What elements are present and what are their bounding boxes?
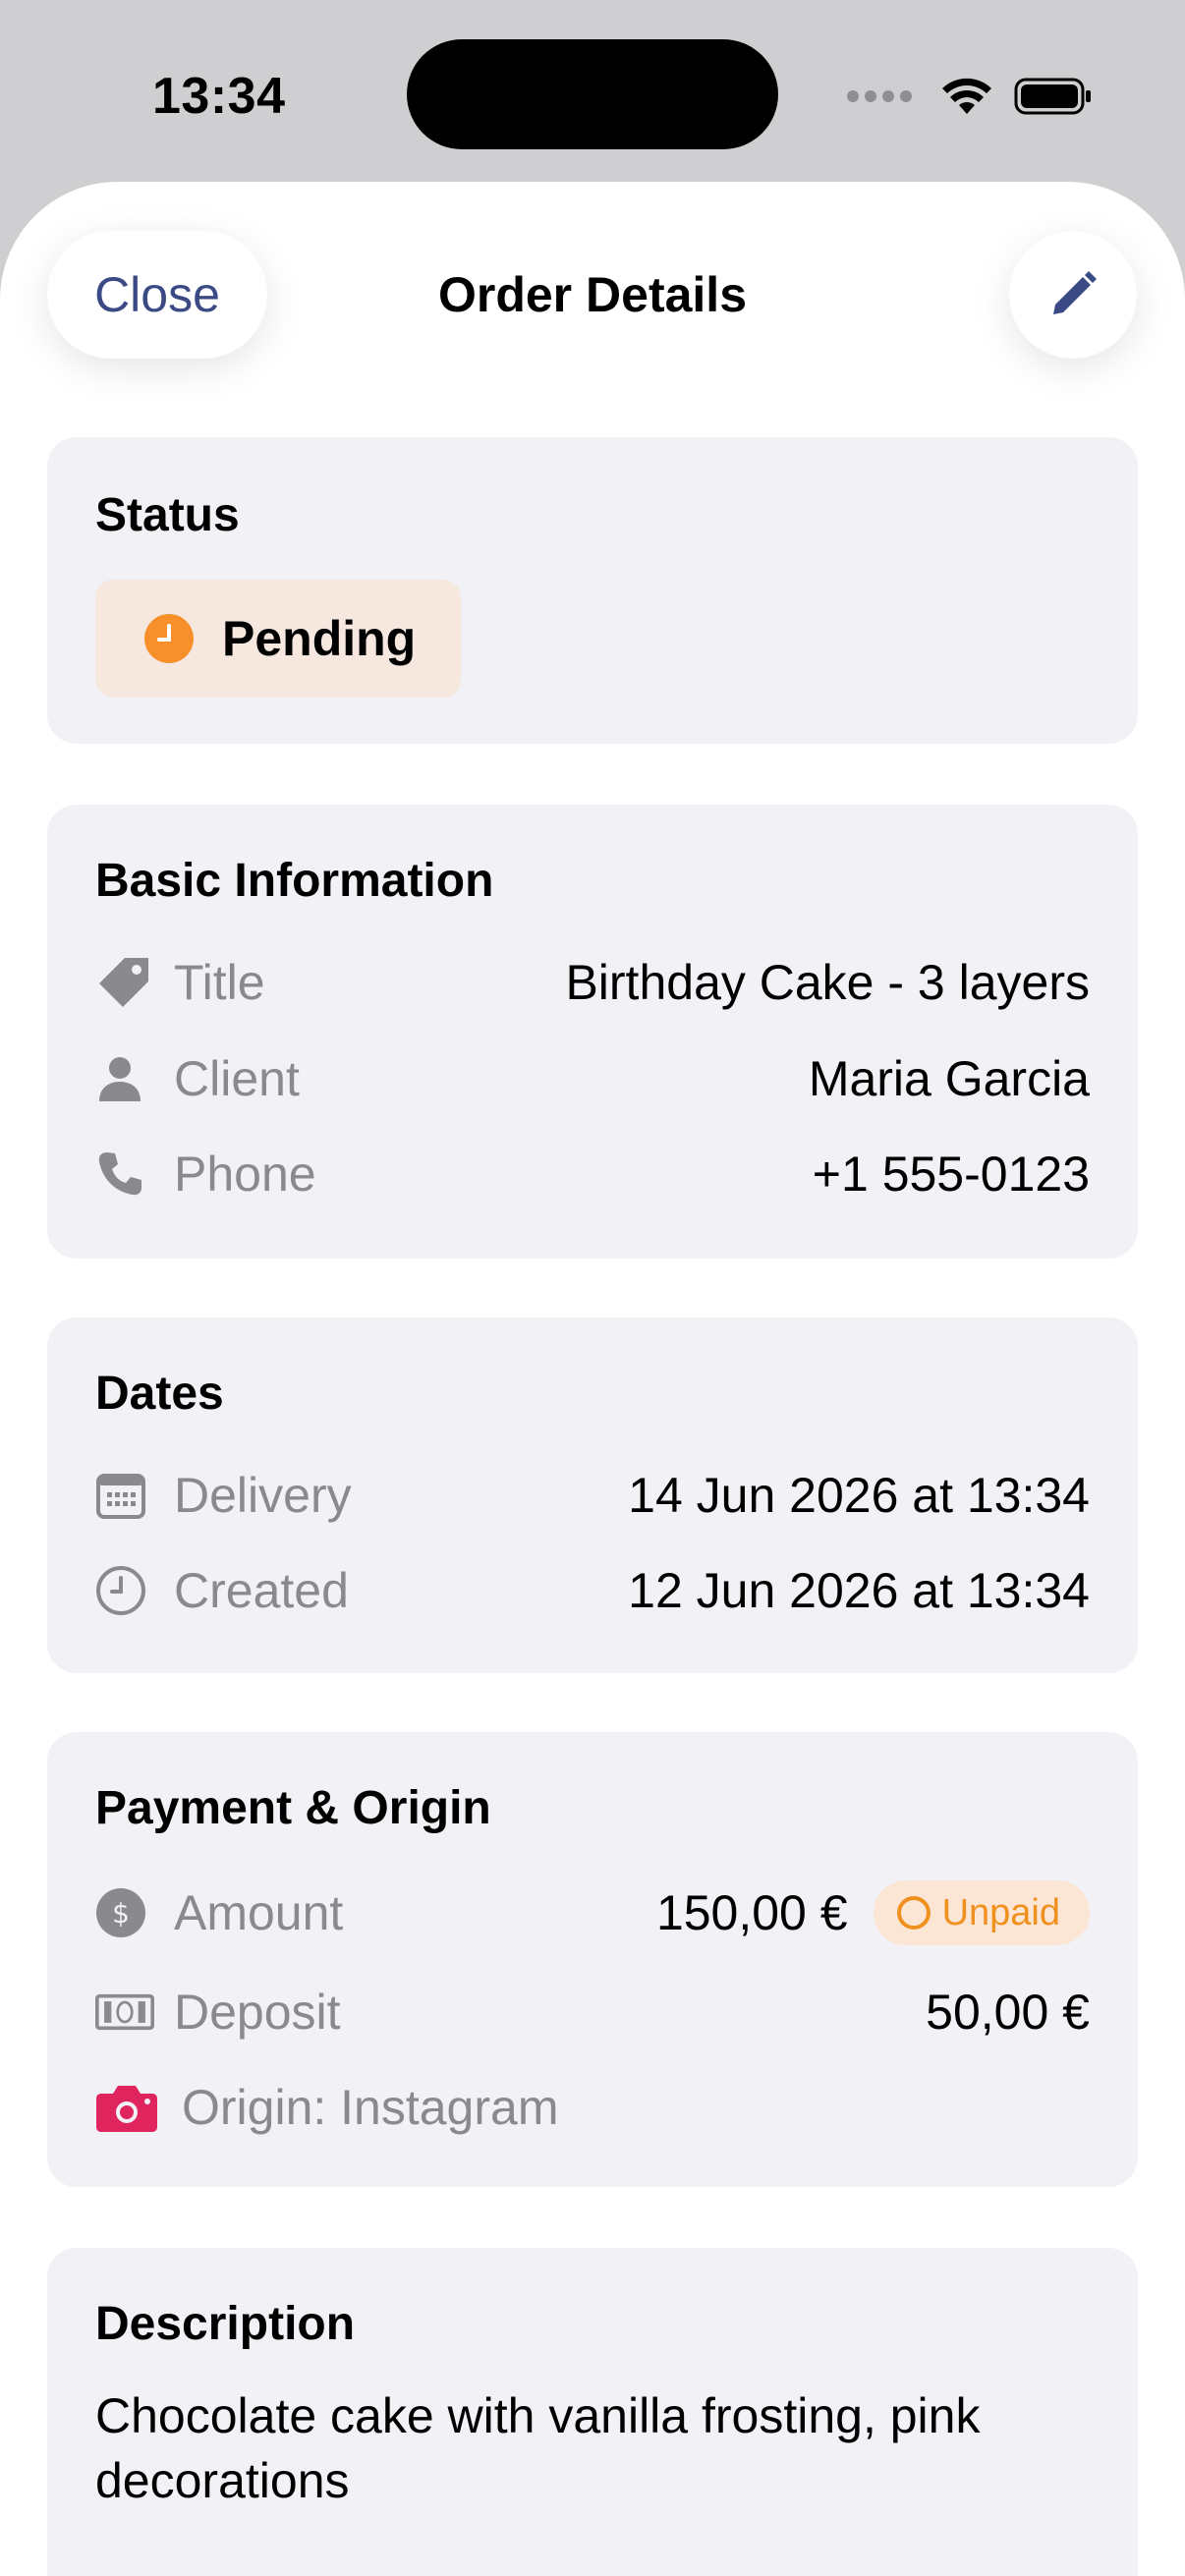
dates-row-created: Created 12 Jun 2026 at 13:34 [95, 1556, 1090, 1625]
order-details-sheet: Close Order Details Status Pending Basic… [0, 182, 1185, 2576]
cellular-signal-icon [847, 90, 912, 102]
battery-icon [1014, 78, 1091, 115]
clock-filled-icon [144, 614, 194, 663]
payment-row-origin: Origin: Instagram [95, 2073, 1090, 2142]
svg-text:$: $ [112, 1897, 130, 1930]
payment-title: Payment & Origin [95, 1782, 491, 1834]
page-title: Order Details [437, 267, 747, 322]
dynamic-island [407, 39, 778, 149]
dates-row-delivery: Delivery 14 Jun 2026 at 13:34 [95, 1461, 1090, 1530]
dollar-circle-icon: $ [96, 1888, 145, 1937]
status-bar: 13:34 [0, 0, 1185, 182]
info-row-phone: Phone +1 555-0123 [95, 1140, 1090, 1208]
banknote-icon [95, 1993, 154, 2031]
basic-info-title: Basic Information [95, 855, 494, 907]
phone-icon [98, 1152, 141, 1196]
payment-row-deposit: Deposit 50,00 € [95, 1978, 1090, 2046]
payment-row-amount: $ Amount 150,00 € Unpaid [95, 1878, 1090, 1947]
status-section-title: Status [95, 489, 240, 541]
description-text: Chocolate cake with vanilla frosting, pi… [95, 2388, 981, 2508]
person-icon [99, 1057, 141, 1101]
basic-info-card: Basic Information Title Birthday Cake - … [47, 805, 1138, 1259]
status-badge[interactable]: Pending [95, 580, 461, 698]
pencil-icon [1053, 271, 1097, 314]
dates-title: Dates [95, 1368, 224, 1420]
edit-button[interactable] [1009, 231, 1137, 359]
status-card: Status Pending [47, 437, 1138, 744]
wifi-icon [942, 78, 991, 114]
circle-icon [896, 1896, 931, 1930]
payment-card: Payment & Origin $ Amount 150,00 € Unpai… [47, 1732, 1138, 2187]
dates-card: Dates Delivery 14 Jun 2026 at 13:34 Crea… [47, 1317, 1138, 1673]
status-indicators [847, 69, 1093, 124]
description-card: Description Chocolate cake with vanilla … [47, 2248, 1138, 2576]
clock-icon [96, 1566, 145, 1615]
description-title: Description [95, 2298, 356, 2350]
status-label: Pending [222, 611, 417, 666]
info-row-title: Title Birthday Cake - 3 layers [95, 948, 1090, 1017]
info-row-client: Client Maria Garcia [95, 1044, 1090, 1113]
payment-status-badge[interactable]: Unpaid [873, 1880, 1090, 1945]
status-time: 13:34 [152, 68, 286, 125]
calendar-icon [96, 1474, 145, 1519]
tag-icon [99, 958, 148, 1007]
camera-icon [96, 2086, 157, 2132]
